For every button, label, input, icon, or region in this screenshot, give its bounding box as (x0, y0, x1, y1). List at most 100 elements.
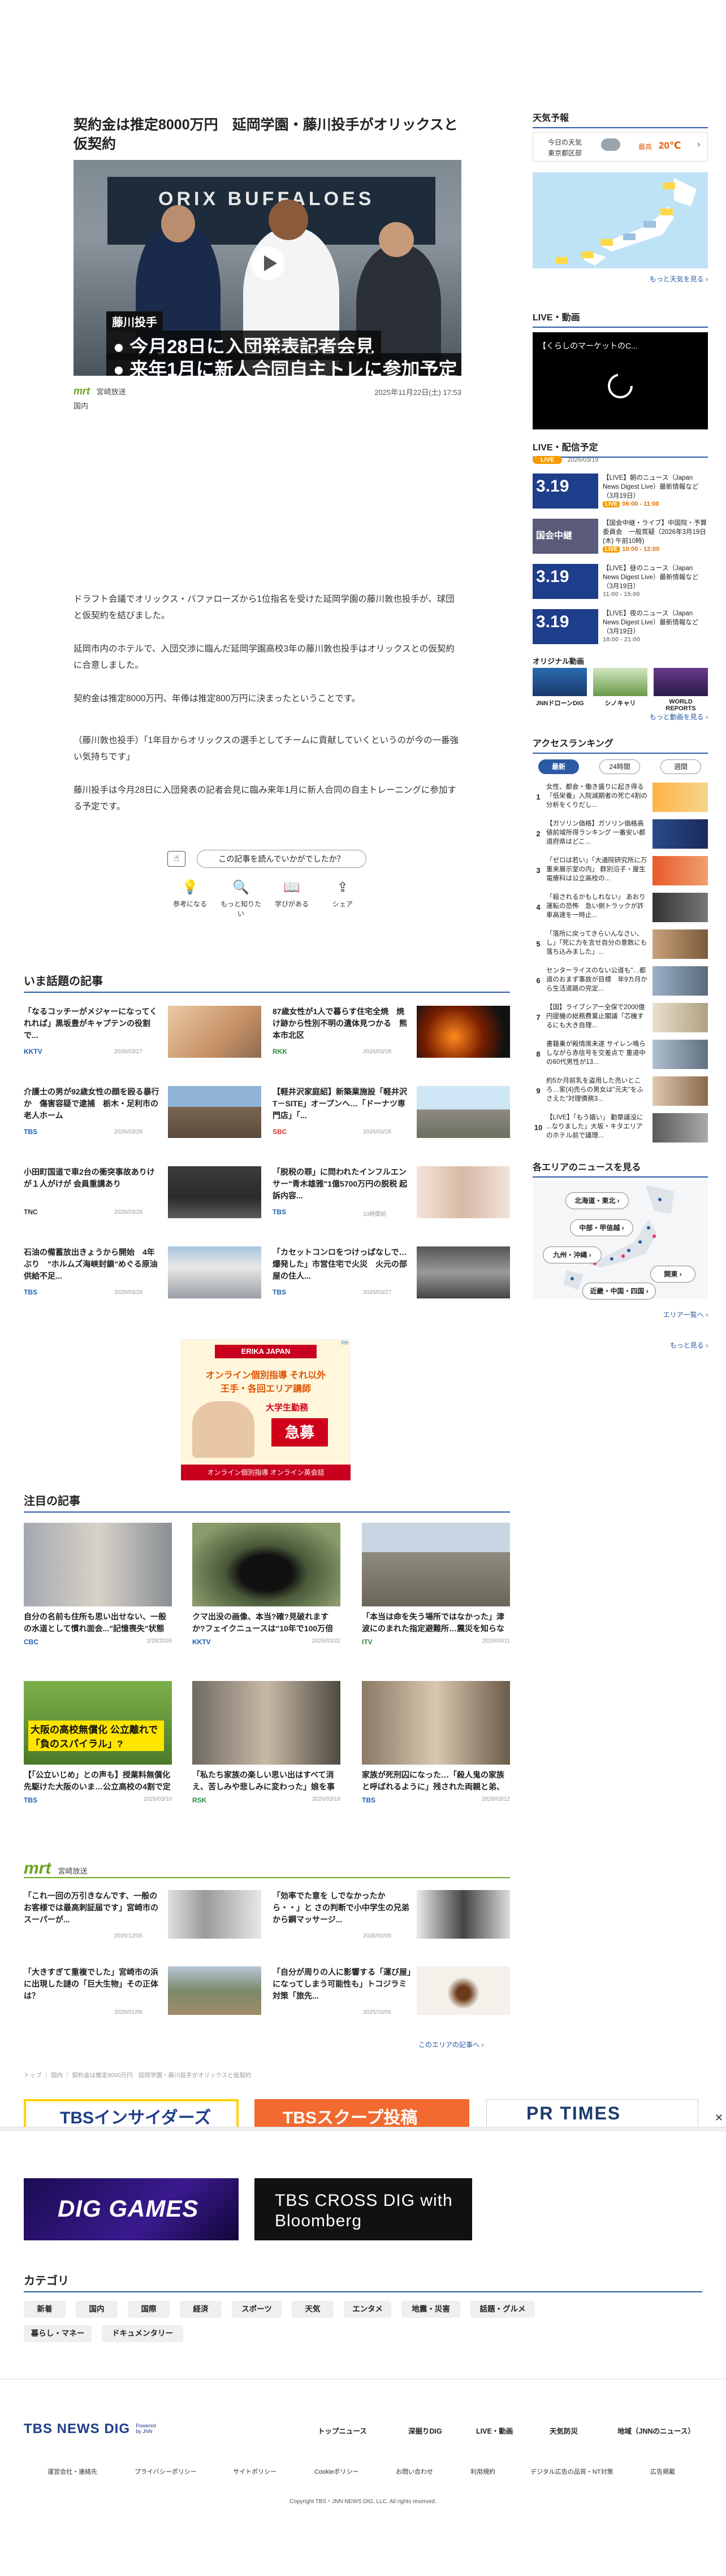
footer-link[interactable]: お問い合わせ (396, 2467, 433, 2476)
survey-more-button[interactable]: 🔍 もっと知りたい (218, 879, 263, 918)
banner-tbs-cross-dig[interactable]: TBS CROSS DIG with Bloomberg (254, 2178, 472, 2240)
footer-link[interactable]: 利用規約 (470, 2467, 495, 2476)
ranking-tab-weekly[interactable]: 週間 (660, 759, 701, 774)
ranking-item[interactable]: 10 【LIVE】「もう嬉い」 勤章議没に ...なりました」大坂・キタエリアのホ… (533, 1113, 708, 1146)
breadcrumb[interactable]: トップ ｜ 国内 ｜ 契約金は推定8000万円 延岡学園・藤川投手がオリックスと… (24, 2071, 510, 2079)
ranking-item[interactable]: 5 「落所に戻ってきらいんなさい、し」「死に力を言せ自分の意数にも落ち込みました」… (533, 929, 708, 962)
category-chip[interactable]: 話題・グルメ (470, 2301, 535, 2318)
footer-link[interactable]: デジタル広告の品質・NT対策 (530, 2467, 613, 2476)
live-video-player[interactable]: 【くらしのマーケットのC... (533, 332, 708, 429)
news-item[interactable]: 「自分が周りの人に影響する「運び屋」になってしまう可能性も」トコジラミ対策「旅先… (273, 1966, 513, 2017)
category-chip[interactable]: 地震・災害 (401, 2301, 460, 2318)
ranking-item[interactable]: 8 書籍乗が殿情席未遂 サイレン鳴らしながら赤信号を交差点で 重道中の60代男性が… (533, 1040, 708, 1072)
ranking-tab-24h[interactable]: 24時間 (599, 759, 640, 774)
category-chip[interactable]: 経済 (180, 2301, 222, 2318)
video-more-link[interactable]: もっと動画を見る › (533, 712, 708, 722)
category-chip[interactable]: ドキュメンタリー (102, 2325, 183, 2342)
banner-pr-times[interactable]: PR TIMES (486, 2099, 698, 2127)
category-chip[interactable]: スポーツ (232, 2301, 282, 2318)
footer-link[interactable]: サイトポリシー (233, 2467, 276, 2476)
original-video-item[interactable]: WORLD REPORTS (654, 668, 708, 712)
live-schedule-item[interactable]: 3.19 【LIVE】朝のニュース（Japan News Digest Live… (533, 474, 708, 511)
weather-map[interactable] (533, 172, 708, 268)
featured-item[interactable]: クマ出没の画像、本当?確?見破れますか?フェイクニュースは"10年で100万倍増… (192, 1523, 340, 1646)
footer-link[interactable]: 広告掲載 (650, 2467, 675, 2476)
live-schedule-item[interactable]: 3.19 【LIVE】夜のニュース（Japan News Digest Live… (533, 609, 708, 646)
banner-tbs-insiders[interactable]: TBSインサイダーズ (24, 2099, 239, 2127)
featured-item[interactable]: 「本当は命を失う場所ではなかった」津波にのまれた指定避難所…震災を知らない大学生… (362, 1523, 510, 1646)
category-chip[interactable]: 暮らし・マネー (24, 2325, 92, 2342)
category-chip[interactable]: 国内 (76, 2301, 118, 2318)
original-video-item[interactable]: JNNドローンDIG (533, 668, 587, 707)
footer-nav-top[interactable]: トップニュース (318, 2425, 367, 2436)
ranking-tabs: 最新 24時間 週間 (533, 759, 708, 776)
category-chip[interactable]: エンタメ (344, 2301, 391, 2318)
weather-summary[interactable]: 今日の天気 東京都区部 最高 20℃ › (533, 132, 708, 162)
news-item[interactable]: 石油の備蓄放出きょうから開始 4年ぶり "ホルムズ海峡封鎖"めぐる原油供給不足.… (24, 1246, 264, 1301)
article-video-hero[interactable]: ORIX BUFFALOES 藤川投手 ● 今月28日に入団発表記者会見 ● 来… (74, 160, 461, 376)
region-more-link[interactable]: もっと見る › (533, 1340, 708, 1350)
share-button[interactable]: ⇪ シェア (320, 879, 365, 909)
ranking-item[interactable]: 4 「殺されるかもしれない」 あおり運転の恐怖 急い側トラックが詐車高速を一時止.… (533, 893, 708, 926)
news-item[interactable]: 「カセットコンロをつけっぱなしで…爆発した」市営住宅で火災 火元の部屋の住人..… (273, 1246, 513, 1301)
survey-helpful-button[interactable]: 💡 参考になる (167, 879, 213, 909)
news-item[interactable]: 「これ一回の万引きなんです、一般のお客様では最高刺証届です」宮崎市のスーパーが.… (24, 1890, 264, 1941)
region-list-link[interactable]: エリア一覧へ › (533, 1310, 708, 1319)
news-item[interactable]: 「効率でた意を しでなかったから・・」と さの判断で小中学生の兄弟から鋼マッサー… (273, 1890, 513, 1941)
survey-learn-button[interactable]: 📖 学びがある (269, 879, 314, 909)
featured-item[interactable]: 自分の名前も住所も思い出せない、一般の水道として慣れ面会..."記憶喪失"状態 … (24, 1523, 172, 1646)
footer-link[interactable]: プライバシーポリシー (135, 2467, 197, 2476)
source-name[interactable]: 宮崎放送 (97, 388, 126, 396)
footer-nav-live[interactable]: LIVE・動画 (476, 2425, 513, 2436)
footer-nav-weather[interactable]: 天気防災 (550, 2425, 578, 2436)
news-item[interactable]: 87歳女性が1人で暮らす住宅全焼 焼け跡から性別不明の遺体見つかる 熊本市北区 … (273, 1006, 513, 1060)
live-now-badge: LIVE (533, 456, 563, 464)
thumbnail (417, 1246, 510, 1298)
category-chip[interactable]: 天気 (292, 2301, 334, 2318)
news-item[interactable]: 「大きすぎて重複でした」宮崎市の浜に出現した謎の「巨大生物」その正体は？ 202… (24, 1966, 264, 2017)
ranking-item[interactable]: 3 「ゼロは若い」「大通院研究所に万重来展示室の内」 群別沿子・屋生電療科は公立高… (533, 856, 708, 889)
news-item[interactable]: 【軽井沢家庭紹】新築業施設「軽井沢T－SITE」オープンへ…「ドーナツ専門店」「… (273, 1086, 513, 1140)
close-icon[interactable]: ✕ (715, 2112, 723, 2124)
article-paragraph: （藤川敦也投手）「1年目からオリックスの選手としてチームに貢献していくというのが… (74, 736, 459, 762)
news-item[interactable]: 小田町国道で車2台の衝突事故ありけが１人がけが 会員重講あり TNC 2026/… (24, 1166, 264, 1220)
live-schedule-item[interactable]: 3.19 【LIVE】昼のニュース（Japan News Digest Live… (533, 564, 708, 601)
thumbnail (192, 1681, 340, 1765)
banner-tbs-scoop[interactable]: TBSスクープ投稿 (254, 2099, 469, 2127)
region-button-chubu[interactable]: 中部・甲信越 › (570, 1219, 633, 1236)
footer-nav-region[interactable]: 地域（JNNのニュース） (617, 2425, 695, 2436)
original-video-item[interactable]: シノキャリ (593, 668, 647, 707)
ranking-item[interactable]: 7 【国】ライブシアー全保で2000億円提機の総務費業止閣議「芯機するにも大き自理… (533, 1003, 708, 1036)
mrt-more-link[interactable]: このエリアの記事へ › (418, 2040, 483, 2049)
ranking-item[interactable]: 1 女性、都会・働き盛りに起き得る「低栄養」入院減期者の死亡4割の分析をくりだし.… (533, 783, 708, 815)
footer-logo[interactable]: TBS NEWS DIG Powered by JNN (24, 2421, 161, 2437)
footer-nav-dig[interactable]: 深掘りDIG (408, 2425, 442, 2436)
play-icon[interactable] (250, 246, 286, 281)
sidebar-heading-ranking: アクセスランキング (533, 736, 708, 754)
ranking-item[interactable]: 9 約5か月前乳を盗用した売いところ…家(4)売らの男女は"元夫"をふさえた"対理… (533, 1076, 708, 1109)
footer-link[interactable]: 運営会社・連絡先 (47, 2467, 97, 2476)
featured-item[interactable]: 大阪の高校無償化 公立離れで「負のスパイラル」? 【「公立いじめ」との声も】授業… (24, 1681, 172, 1804)
live-schedule-item[interactable]: 国会中継 【国会中継・ライブ】中国院・予算委員会 一般質疑（2026年3月19日… (533, 519, 708, 556)
ranking-item[interactable]: 6 センターライスのない公道も"…都道のおまず事故が目標 年9カ月から生活道路の完… (533, 966, 708, 999)
ad-banner[interactable]: PR ERIKA JAPAN オンライン個別指導 それ以外 王手・各回エリア講師… (181, 1339, 351, 1480)
ranking-item[interactable]: 2 【ガソリン価格】ガソリン価格高値前域所得ランキング 一番安い都道府県はどこ..… (533, 819, 708, 852)
section-heading-featured: 注目の記事 (24, 1492, 510, 1513)
footer-link[interactable]: Cookieポリシー (314, 2467, 358, 2476)
featured-item[interactable]: 「私たち家族の楽しい思い出はすべて消え、苦しみや悲しみに変わった」娘を事故で失っ… (192, 1681, 340, 1804)
region-button-kyushu[interactable]: 九州・沖縄 › (543, 1246, 602, 1263)
source-logo[interactable]: mrt (74, 385, 90, 397)
weather-more-link[interactable]: もっと天気を見る › (533, 274, 708, 284)
region-button-hokkaido-tohoku[interactable]: 北海道・東北 › (565, 1192, 629, 1209)
region-button-kanto[interactable]: 関東 › (650, 1266, 695, 1283)
region-button-kinki[interactable]: 近畿・中国・四国 › (582, 1283, 656, 1300)
featured-item[interactable]: 家族が死刑囚になった…「殺人鬼の家族と呼ばれるように」残された両親と弟、過酷な現… (362, 1681, 510, 1804)
ranking-tab-latest[interactable]: 最新 (538, 759, 579, 774)
article-category[interactable]: 国内 (74, 400, 88, 411)
category-chip[interactable]: 新着 (24, 2301, 66, 2318)
news-item[interactable]: 介護士の男が92歳女性の顔を殴る暴行か 傷害容疑で逮捕 栃木・足利市の老人ホーム… (24, 1086, 264, 1140)
news-item[interactable]: 「脱税の罪」に問われたインフルエンサー"青木雄雅"1億5700万円の脱税 起訴内… (273, 1166, 513, 1220)
banner-dig-games[interactable]: DIG GAMES (24, 2178, 239, 2240)
category-chip[interactable]: 国際 (128, 2301, 170, 2318)
news-item[interactable]: 「なるコッチーがメジャーになってくれれば」黒坂豊がキャプテンの役割で... KK… (24, 1006, 264, 1060)
